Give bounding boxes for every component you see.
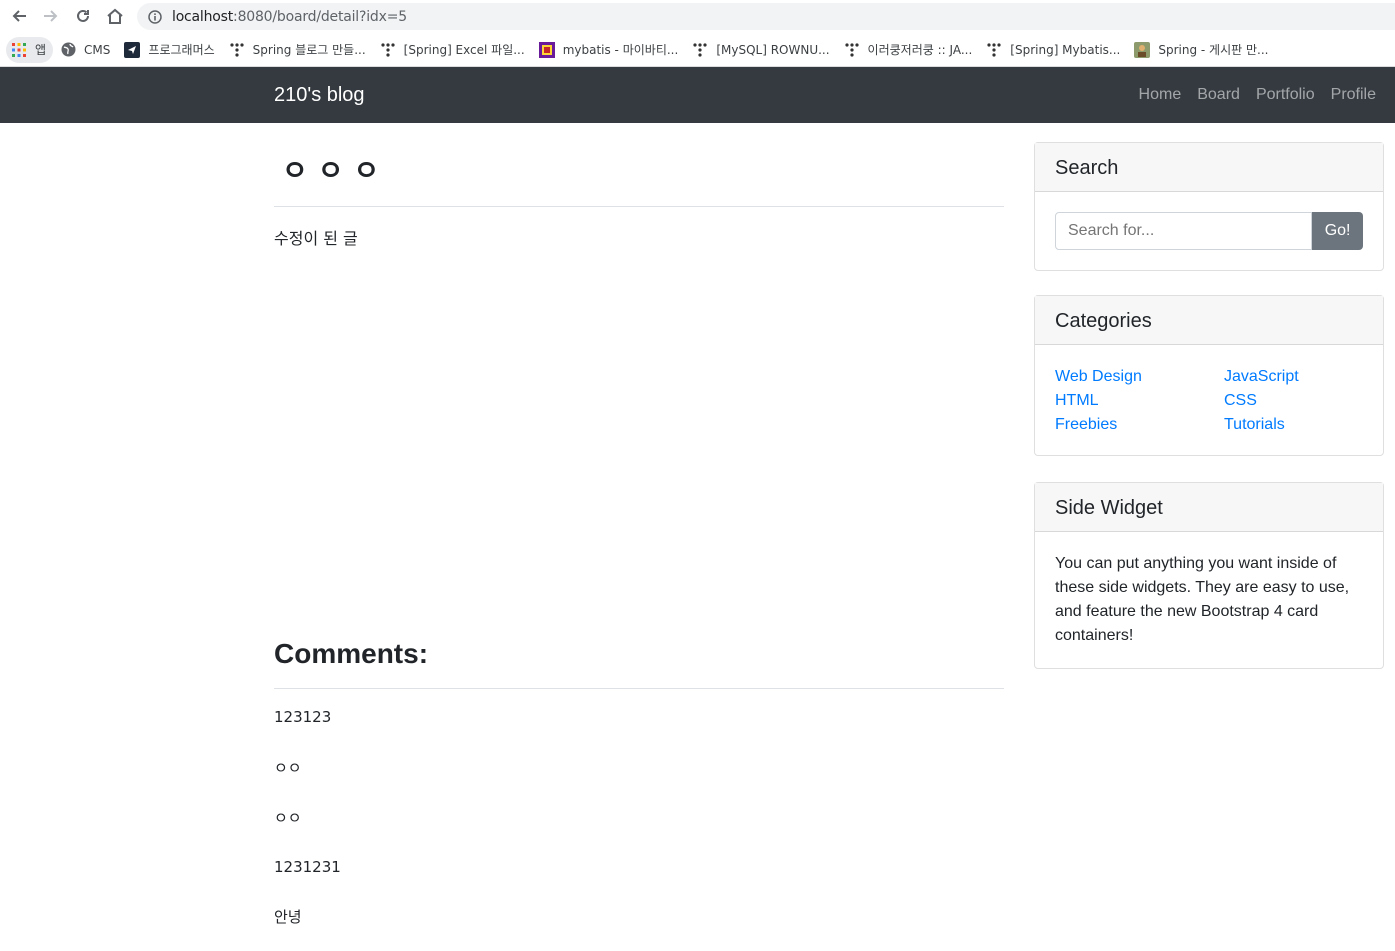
tistory-icon bbox=[844, 42, 860, 58]
globe-icon bbox=[60, 42, 76, 58]
categories-card-title: Categories bbox=[1035, 296, 1383, 345]
search-card: Search Go! bbox=[1034, 142, 1384, 271]
side-widget-card: Side Widget You can put anything you wan… bbox=[1034, 482, 1384, 669]
bookmark-label: 이러쿵저러쿵 :: JA... bbox=[867, 43, 973, 57]
info-icon[interactable] bbox=[147, 9, 163, 25]
reload-button[interactable] bbox=[72, 6, 94, 26]
post-column: ㅇㅇㅇ 수정이 된 글 Comments: 123123 ㅇㅇ ㅇㅇ 12312… bbox=[274, 123, 1004, 926]
bookmark-label: Spring 블로그 만들... bbox=[252, 43, 366, 57]
image-favicon-icon bbox=[1134, 41, 1151, 58]
back-button[interactable] bbox=[8, 6, 30, 26]
tistory-icon bbox=[229, 42, 245, 58]
bookmark-mysql-rownum[interactable]: [MySQL] ROWNU... bbox=[687, 37, 836, 63]
category-link-web-design[interactable]: Web Design bbox=[1055, 368, 1224, 386]
bookmark-cms[interactable]: CMS bbox=[55, 37, 117, 63]
post-title: ㅇㅇㅇ bbox=[282, 155, 390, 186]
bookmarks-bar: 앱 CMS 프로그래머스 Spring 블로그 만들... [Spring] E… bbox=[0, 33, 1395, 67]
categories-card: Categories Web Design JavaScript HTML CS… bbox=[1034, 295, 1384, 456]
comment-item: 안녕 bbox=[274, 908, 302, 926]
category-link-html[interactable]: HTML bbox=[1055, 392, 1224, 410]
category-list: Web Design JavaScript HTML CSS Freebies … bbox=[1055, 368, 1363, 434]
bookmark-label: [Spring] Excel 파일... bbox=[403, 43, 525, 57]
tistory-icon bbox=[692, 42, 708, 58]
side-widget-text: You can put anything you want inside of … bbox=[1055, 555, 1350, 644]
search-group: Go! bbox=[1055, 212, 1363, 250]
navbar-links: Home Board Portfolio Profile bbox=[1123, 86, 1376, 104]
bookmark-label: [MySQL] ROWNU... bbox=[716, 42, 830, 57]
search-input[interactable] bbox=[1055, 212, 1313, 250]
bookmark-label: [Spring] Mybatis... bbox=[1010, 42, 1121, 57]
bookmark-spring-mybatis[interactable]: [Spring] Mybatis... bbox=[981, 37, 1127, 63]
comment-item: ㅇㅇ bbox=[274, 759, 302, 777]
apps-grid-icon bbox=[11, 42, 27, 58]
category-link-freebies[interactable]: Freebies bbox=[1055, 416, 1224, 434]
mybatis-icon bbox=[538, 41, 555, 58]
forward-arrow-icon bbox=[44, 10, 58, 22]
bookmark-label: CMS bbox=[84, 42, 111, 57]
home-icon bbox=[107, 8, 123, 24]
bookmark-mybatis[interactable]: mybatis - 마이바티... bbox=[534, 37, 686, 63]
programmers-icon bbox=[124, 41, 141, 58]
bookmark-apps[interactable]: 앱 bbox=[6, 36, 54, 63]
search-go-button[interactable]: Go! bbox=[1312, 212, 1363, 250]
category-link-javascript[interactable]: JavaScript bbox=[1224, 368, 1364, 386]
post-body: 수정이 된 글 bbox=[274, 229, 358, 248]
bookmark-programmers[interactable]: 프로그래머스 bbox=[119, 37, 221, 63]
divider bbox=[274, 206, 1004, 207]
bookmark-spring-board[interactable]: Spring - 게시판 만... bbox=[1129, 37, 1275, 63]
nav-link-board[interactable]: Board bbox=[1197, 86, 1240, 104]
site-navbar: 210's blog Home Board Portfolio Profile bbox=[0, 67, 1395, 123]
reload-icon bbox=[77, 9, 89, 22]
bookmark-label: mybatis - 마이바티... bbox=[562, 43, 679, 57]
side-widget-title: Side Widget bbox=[1035, 483, 1383, 532]
nav-link-portfolio[interactable]: Portfolio bbox=[1256, 86, 1315, 104]
comment-item: 123123 bbox=[274, 708, 332, 726]
nav-link-home[interactable]: Home bbox=[1139, 86, 1182, 104]
browser-toolbar: localhost:8080/board/detail?idx=5 bbox=[0, 0, 1395, 33]
bookmark-label: 프로그래머스 bbox=[148, 43, 215, 57]
bookmark-ireokung[interactable]: 이러쿵저러쿵 :: JA... bbox=[839, 37, 980, 63]
bookmark-label: 앱 bbox=[35, 43, 47, 57]
forward-button[interactable] bbox=[40, 6, 62, 26]
bookmark-spring-blog[interactable]: Spring 블로그 만들... bbox=[224, 37, 373, 63]
category-link-css[interactable]: CSS bbox=[1224, 392, 1364, 410]
nav-link-profile[interactable]: Profile bbox=[1331, 86, 1376, 104]
comment-item: ㅇㅇ bbox=[274, 809, 302, 827]
comment-item: 1231231 bbox=[274, 858, 341, 876]
address-bar[interactable]: localhost:8080/board/detail?idx=5 bbox=[137, 3, 1395, 30]
divider bbox=[274, 688, 1004, 689]
tistory-icon bbox=[380, 42, 396, 58]
category-link-tutorials[interactable]: Tutorials bbox=[1224, 416, 1364, 434]
comments-heading: Comments: bbox=[274, 638, 429, 669]
back-arrow-icon bbox=[12, 10, 26, 22]
bookmark-label: Spring - 게시판 만... bbox=[1158, 43, 1269, 57]
search-card-title: Search bbox=[1035, 143, 1383, 192]
home-button[interactable] bbox=[104, 6, 126, 26]
url-text: localhost:8080/board/detail?idx=5 bbox=[172, 8, 407, 25]
navbar-brand[interactable]: 210's blog bbox=[274, 84, 365, 107]
tistory-icon bbox=[986, 42, 1002, 58]
bookmark-spring-excel[interactable]: [Spring] Excel 파일... bbox=[375, 37, 532, 63]
